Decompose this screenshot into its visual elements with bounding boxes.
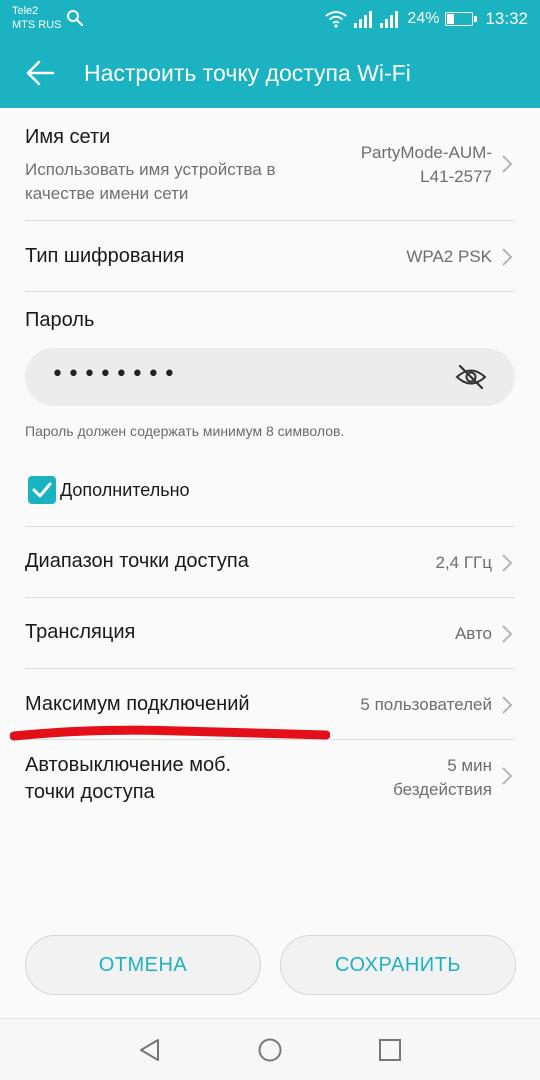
checkmark-icon [32, 482, 52, 498]
broadcast-value: Авто [454, 624, 492, 643]
network-name-value: PartyMode-AUM- L41-2577 [361, 141, 492, 189]
auto-off-value-line2: бездействия [393, 780, 492, 799]
auto-off-label: Автовыключение моб. точки доступа [25, 752, 231, 806]
network-name-label: Имя сети [25, 126, 111, 148]
network-name-row[interactable]: Имя сети Использовать имя устройства в к… [0, 108, 540, 220]
encryption-label: Тип шифрования [25, 245, 185, 267]
divider [25, 291, 515, 292]
carrier-info: Tele2 MTS RUS [12, 4, 62, 32]
network-name-subtitle-line1: Использовать имя устройства в [25, 160, 276, 179]
clock: 13:32 [485, 9, 528, 28]
recents-square-icon[interactable] [376, 1036, 404, 1064]
save-button[interactable]: СОХРАНИТЬ [280, 935, 516, 995]
signal-icon [380, 11, 399, 28]
password-field[interactable]: •••••••• [25, 348, 515, 406]
password-label: Пароль [25, 309, 95, 331]
auto-off-value: 5 мин бездействия [393, 754, 492, 802]
chevron-right-icon [502, 625, 513, 643]
cancel-button[interactable]: ОТМЕНА [25, 935, 261, 995]
password-hint: Пароль должен содержать минимум 8 символ… [25, 423, 345, 439]
advanced-checkbox[interactable] [28, 476, 56, 504]
action-bar: Настроить точку доступа Wi-Fi [0, 38, 540, 108]
max-connections-value: 5 пользователей [360, 695, 492, 714]
page-title: Настроить точку доступа Wi-Fi [84, 60, 411, 86]
broadcast-label: Трансляция [25, 621, 136, 643]
auto-off-label-line2: точки доступа [25, 781, 155, 803]
network-name-subtitle: Использовать имя устройства в качестве и… [25, 158, 276, 206]
broadcast-row[interactable]: Трансляция Авто [0, 598, 540, 668]
band-label: Диапазон точки доступа [25, 550, 249, 572]
chevron-right-icon [502, 554, 513, 572]
password-value: •••••••• [51, 362, 179, 387]
carrier-1: Tele2 [12, 5, 39, 17]
band-row[interactable]: Диапазон точки доступа 2,4 ГГц [0, 527, 540, 597]
chevron-right-icon [502, 248, 513, 266]
network-name-value-line2: L41-2577 [420, 167, 492, 186]
auto-off-label-line1: Автовыключение моб. [25, 754, 232, 776]
back-triangle-icon[interactable] [136, 1036, 164, 1064]
chevron-right-icon [502, 767, 513, 785]
wifi-icon [325, 11, 348, 28]
carrier-2: MTS RUS [12, 19, 62, 31]
max-connections-label: Максимум подключений [25, 693, 250, 715]
navigation-bar [0, 1018, 540, 1080]
signal-icon [354, 11, 373, 28]
home-circle-icon[interactable] [256, 1036, 284, 1064]
battery-percent: 24% [407, 10, 440, 27]
auto-off-row[interactable]: Автовыключение моб. точки доступа 5 мин … [0, 740, 540, 830]
band-value: 2,4 ГГц [435, 553, 492, 572]
search-icon [67, 10, 84, 27]
encryption-row[interactable]: Тип шифрования WPA2 PSK [0, 221, 540, 291]
back-button[interactable] [22, 55, 58, 91]
encryption-value: WPA2 PSK [406, 247, 492, 266]
network-name-subtitle-line2: качестве имени сети [25, 184, 189, 203]
battery-icon [445, 12, 478, 26]
eye-off-icon[interactable] [455, 363, 487, 391]
network-name-value-line1: PartyMode-AUM- [360, 143, 492, 162]
chevron-right-icon [502, 155, 513, 173]
auto-off-value-line1: 5 мин [447, 756, 492, 775]
battery-fill [447, 14, 454, 24]
arrow-left-icon [26, 60, 55, 86]
status-bar: Tele2 MTS RUS 24% 13:32 [0, 0, 540, 38]
chevron-right-icon [502, 696, 513, 714]
advanced-label[interactable]: Дополнительно [60, 480, 190, 501]
